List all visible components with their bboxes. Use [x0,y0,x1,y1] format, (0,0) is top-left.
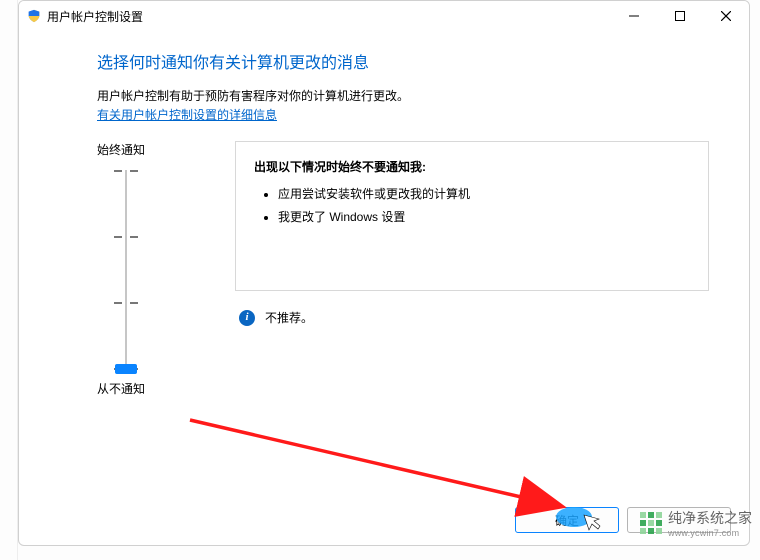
learn-more-link[interactable]: 有关用户帐户控制设置的详细信息 [97,108,277,122]
slider-column: 始终通知 从不通知 [97,141,215,397]
titlebar: 用户帐户控制设置 [19,1,749,31]
ok-button-label: 确定 [555,512,579,529]
recommendation-text: 不推荐。 [265,309,313,326]
notification-slider[interactable] [97,170,215,370]
minimize-button[interactable] [611,1,657,31]
bullet-item: 我更改了 Windows 设置 [278,208,690,225]
bullet-item: 应用尝试安装软件或更改我的计算机 [278,185,690,202]
background-page [0,0,18,560]
settings-body: 始终通知 从不通知 出现以下情况时始终不要通知我: 应用尝试安装软件或更改我的计… [97,141,709,397]
recommendation-row: i 不推荐。 [235,309,709,326]
window-title: 用户帐户控制设置 [47,8,143,25]
maximize-button[interactable] [657,1,703,31]
info-column: 出现以下情况时始终不要通知我: 应用尝试安装软件或更改我的计算机 我更改了 Wi… [235,141,709,397]
shield-icon [27,9,41,23]
page-heading: 选择何时通知你有关计算机更改的消息 [97,49,709,73]
close-button[interactable] [703,1,749,31]
info-icon: i [239,310,255,326]
page-description: 用户帐户控制有助于预防有害程序对你的计算机进行更改。 [97,87,709,104]
panel-bullet-list: 应用尝试安装软件或更改我的计算机 我更改了 Windows 设置 [254,185,690,225]
slider-thumb[interactable] [115,364,137,374]
window-controls [611,1,749,31]
dialog-footer: 确定 [515,507,731,533]
slider-bottom-label: 从不通知 [97,380,215,397]
uac-settings-window: 用户帐户控制设置 选择何时通知你有关计算机更改的消息 用户帐户控制有助于预防有害… [18,0,750,546]
slider-top-label: 始终通知 [97,141,215,158]
content-area: 选择何时通知你有关计算机更改的消息 用户帐户控制有助于预防有害程序对你的计算机进… [19,31,749,397]
ok-button[interactable]: 确定 [515,507,619,533]
never-notify-panel: 出现以下情况时始终不要通知我: 应用尝试安装软件或更改我的计算机 我更改了 Wi… [235,141,709,291]
cancel-button[interactable] [627,507,731,533]
panel-heading: 出现以下情况时始终不要通知我: [254,158,690,175]
slider-track [125,170,127,370]
